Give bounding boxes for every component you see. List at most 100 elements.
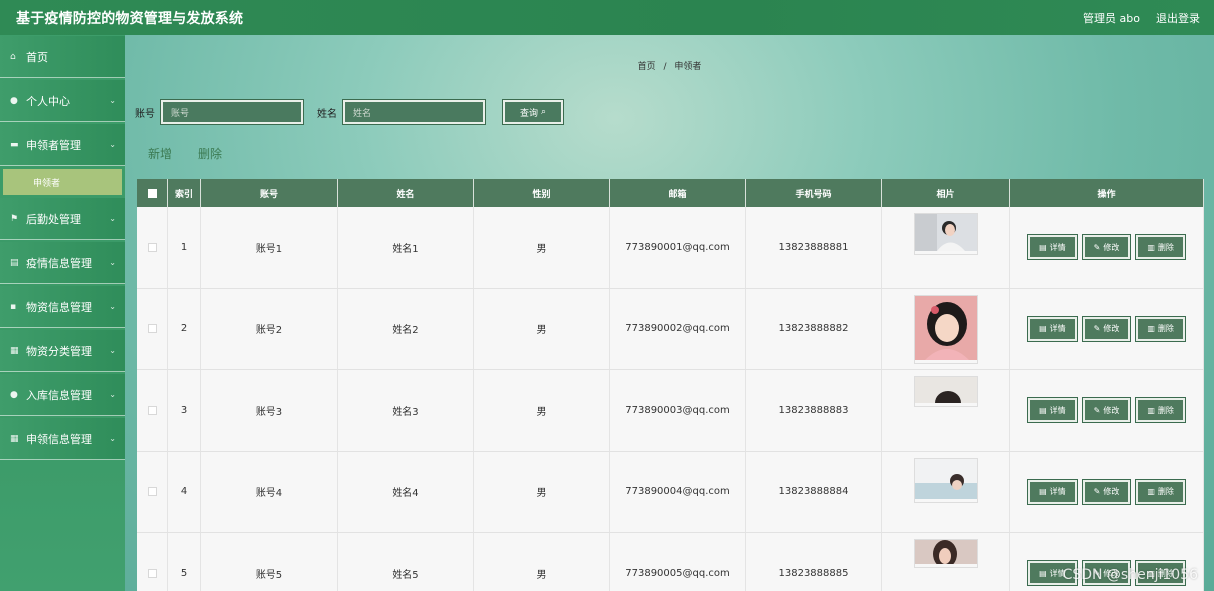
phone-cell: 13823888881 (746, 207, 882, 288)
trash-icon: ▥ (1147, 324, 1155, 334)
edit-button-label: 修改 (1103, 487, 1120, 497)
breadcrumb-home[interactable]: 首页 (638, 62, 656, 72)
name-label: 姓名 (317, 108, 337, 120)
chevron-down-icon: ⌄ (109, 346, 116, 355)
sidebar-item-label: 后勤处管理 (26, 212, 81, 226)
delete-button[interactable]: ▥ 删除 (1136, 235, 1185, 260)
edit-button[interactable]: ✎ 修改 (1082, 398, 1131, 423)
detail-button-label: 详情 (1049, 487, 1066, 497)
sidebar-subitem-applicant[interactable]: 申领者 (3, 169, 122, 195)
applicant-table: 索引 账号 姓名 性别 邮箱 手机号码 相片 操作 1 账号1 姓名1 男 77… (137, 179, 1204, 591)
photo-thumbnail[interactable] (913, 213, 978, 255)
app-title: 基于疫情防控的物资管理与发放系统 (16, 10, 244, 27)
account-cell: 账号1 (201, 207, 338, 288)
logout-link[interactable]: 退出登录 (1156, 10, 1200, 26)
search-icon: ⌕ (540, 107, 547, 117)
sidebar-item-home[interactable]: ⌂ 首页 (0, 36, 125, 78)
chevron-down-icon: ⌄ (109, 302, 116, 311)
column-header: 账号 (201, 179, 338, 207)
table-row: 2 账号2 姓名2 男 773890002@qq.com 13823888882… (137, 288, 1204, 370)
detail-button-label: 详情 (1049, 324, 1066, 334)
action-links: 新增 删除 (148, 145, 222, 162)
row-checkbox[interactable] (147, 568, 157, 578)
delete-button[interactable]: ▥ 删除 (1136, 479, 1185, 504)
edit-button[interactable]: ✎ 修改 (1082, 235, 1131, 260)
photo-thumbnail[interactable] (913, 457, 978, 503)
detail-button[interactable]: ▤ 详情 (1028, 479, 1077, 504)
photo-thumbnail[interactable] (913, 376, 978, 407)
index-cell: 3 (168, 370, 201, 451)
sidebar-item-supplies-category[interactable]: ▦ 物资分类管理 ⌄ (0, 330, 125, 372)
name-cell: 姓名4 (338, 451, 474, 532)
sidebar-item-supplies-info[interactable]: ▪ 物资信息管理 ⌄ (0, 286, 125, 328)
document-icon: ▤ (1039, 324, 1047, 334)
sidebar-item-logistics-management[interactable]: ⚑ 后勤处管理 ⌄ (0, 198, 125, 240)
phone-cell: 13823888882 (746, 288, 882, 369)
edit-button-label: 修改 (1103, 405, 1120, 415)
sidebar-item-applicant-management[interactable]: ▬ 申领者管理 ⌄ (0, 124, 125, 166)
document-icon: ▤ (1039, 487, 1047, 497)
select-all-cell (137, 179, 168, 207)
name-search-input[interactable]: 姓名 (343, 100, 485, 124)
pencil-icon: ✎ (1093, 324, 1101, 334)
account-cell: 账号2 (201, 288, 338, 369)
grid-icon: ▦ (10, 433, 19, 444)
phone-cell: 13823888883 (746, 370, 882, 451)
document-icon: ▤ (10, 257, 19, 268)
home-icon: ⌂ (10, 51, 16, 62)
photo-thumbnail[interactable] (913, 294, 978, 364)
detail-button[interactable]: ▤ 详情 (1028, 235, 1077, 260)
pencil-icon: ✎ (1093, 242, 1101, 252)
select-all-checkbox[interactable] (147, 188, 157, 198)
sidebar-item-epidemic-info[interactable]: ▤ 疫情信息管理 ⌄ (0, 242, 125, 284)
delete-button-label: 删除 (1157, 405, 1174, 415)
sidebar: ⌂ 首页 ● 个人中心 ⌄ ▬ 申领者管理 ⌄ 申领者 ⚑ 后勤处管理 ⌄ ▤ … (0, 35, 125, 591)
search-bar: 账号 账号 姓名 姓名 查询 ⌕ (135, 100, 563, 124)
pencil-icon: ✎ (1093, 405, 1101, 415)
column-header: 邮箱 (610, 179, 746, 207)
column-header: 相片 (882, 179, 1010, 207)
main-content: 首页 / 申领者 账号 账号 姓名 姓名 查询 ⌕ 新增 删除 索引 账号 姓名… (125, 35, 1214, 591)
detail-button[interactable]: ▤ 详情 (1028, 316, 1077, 341)
column-header: 性别 (474, 179, 610, 207)
column-header: 手机号码 (746, 179, 882, 207)
add-button[interactable]: 新增 (148, 145, 172, 162)
sidebar-item-stock-in-info[interactable]: ● 入库信息管理 ⌄ (0, 374, 125, 416)
row-checkbox[interactable] (147, 242, 157, 252)
name-cell: 姓名3 (338, 370, 474, 451)
email-cell: 773890005@qq.com (610, 533, 746, 591)
row-checkbox[interactable] (147, 487, 157, 497)
breadcrumb-current: 申领者 (674, 62, 702, 72)
detail-button-label: 详情 (1049, 242, 1066, 252)
photo-thumbnail[interactable] (913, 539, 978, 568)
user-icon: ● (10, 95, 18, 106)
name-cell: 姓名1 (338, 207, 474, 288)
delete-button[interactable]: ▥ 删除 (1136, 398, 1185, 423)
sidebar-item-label: 疫情信息管理 (26, 256, 92, 270)
sidebar-item-label: 个人中心 (26, 94, 70, 108)
batch-delete-button[interactable]: 删除 (198, 145, 222, 162)
column-header: 操作 (1010, 179, 1204, 207)
delete-button[interactable]: ▥ 删除 (1136, 316, 1185, 341)
sidebar-item-application-info[interactable]: ▦ 申领信息管理 ⌄ (0, 418, 125, 460)
admin-user-label[interactable]: 管理员 abo (1083, 10, 1140, 26)
account-search-input[interactable]: 账号 (161, 100, 303, 124)
detail-button[interactable]: ▤ 详情 (1028, 398, 1077, 423)
account-label: 账号 (135, 108, 155, 120)
top-header: 基于疫情防控的物资管理与发放系统 管理员 abo 退出登录 (0, 0, 1214, 35)
row-checkbox[interactable] (147, 324, 157, 334)
query-button[interactable]: 查询 ⌕ (503, 100, 563, 124)
table-header: 索引 账号 姓名 性别 邮箱 手机号码 相片 操作 (137, 179, 1204, 207)
user-icon: ● (10, 389, 18, 400)
document-icon: ▤ (1039, 405, 1047, 415)
edit-button[interactable]: ✎ 修改 (1082, 316, 1131, 341)
document-icon: ▤ (1039, 242, 1047, 252)
grid-icon: ▦ (10, 345, 19, 356)
phone-cell: 13823888885 (746, 533, 882, 591)
gender-cell: 男 (474, 370, 610, 451)
box-icon: ▪ (10, 301, 17, 312)
sidebar-item-personal-center[interactable]: ● 个人中心 ⌄ (0, 80, 125, 122)
edit-button[interactable]: ✎ 修改 (1082, 479, 1131, 504)
chevron-down-icon: ⌄ (109, 140, 116, 149)
row-checkbox[interactable] (147, 405, 157, 415)
